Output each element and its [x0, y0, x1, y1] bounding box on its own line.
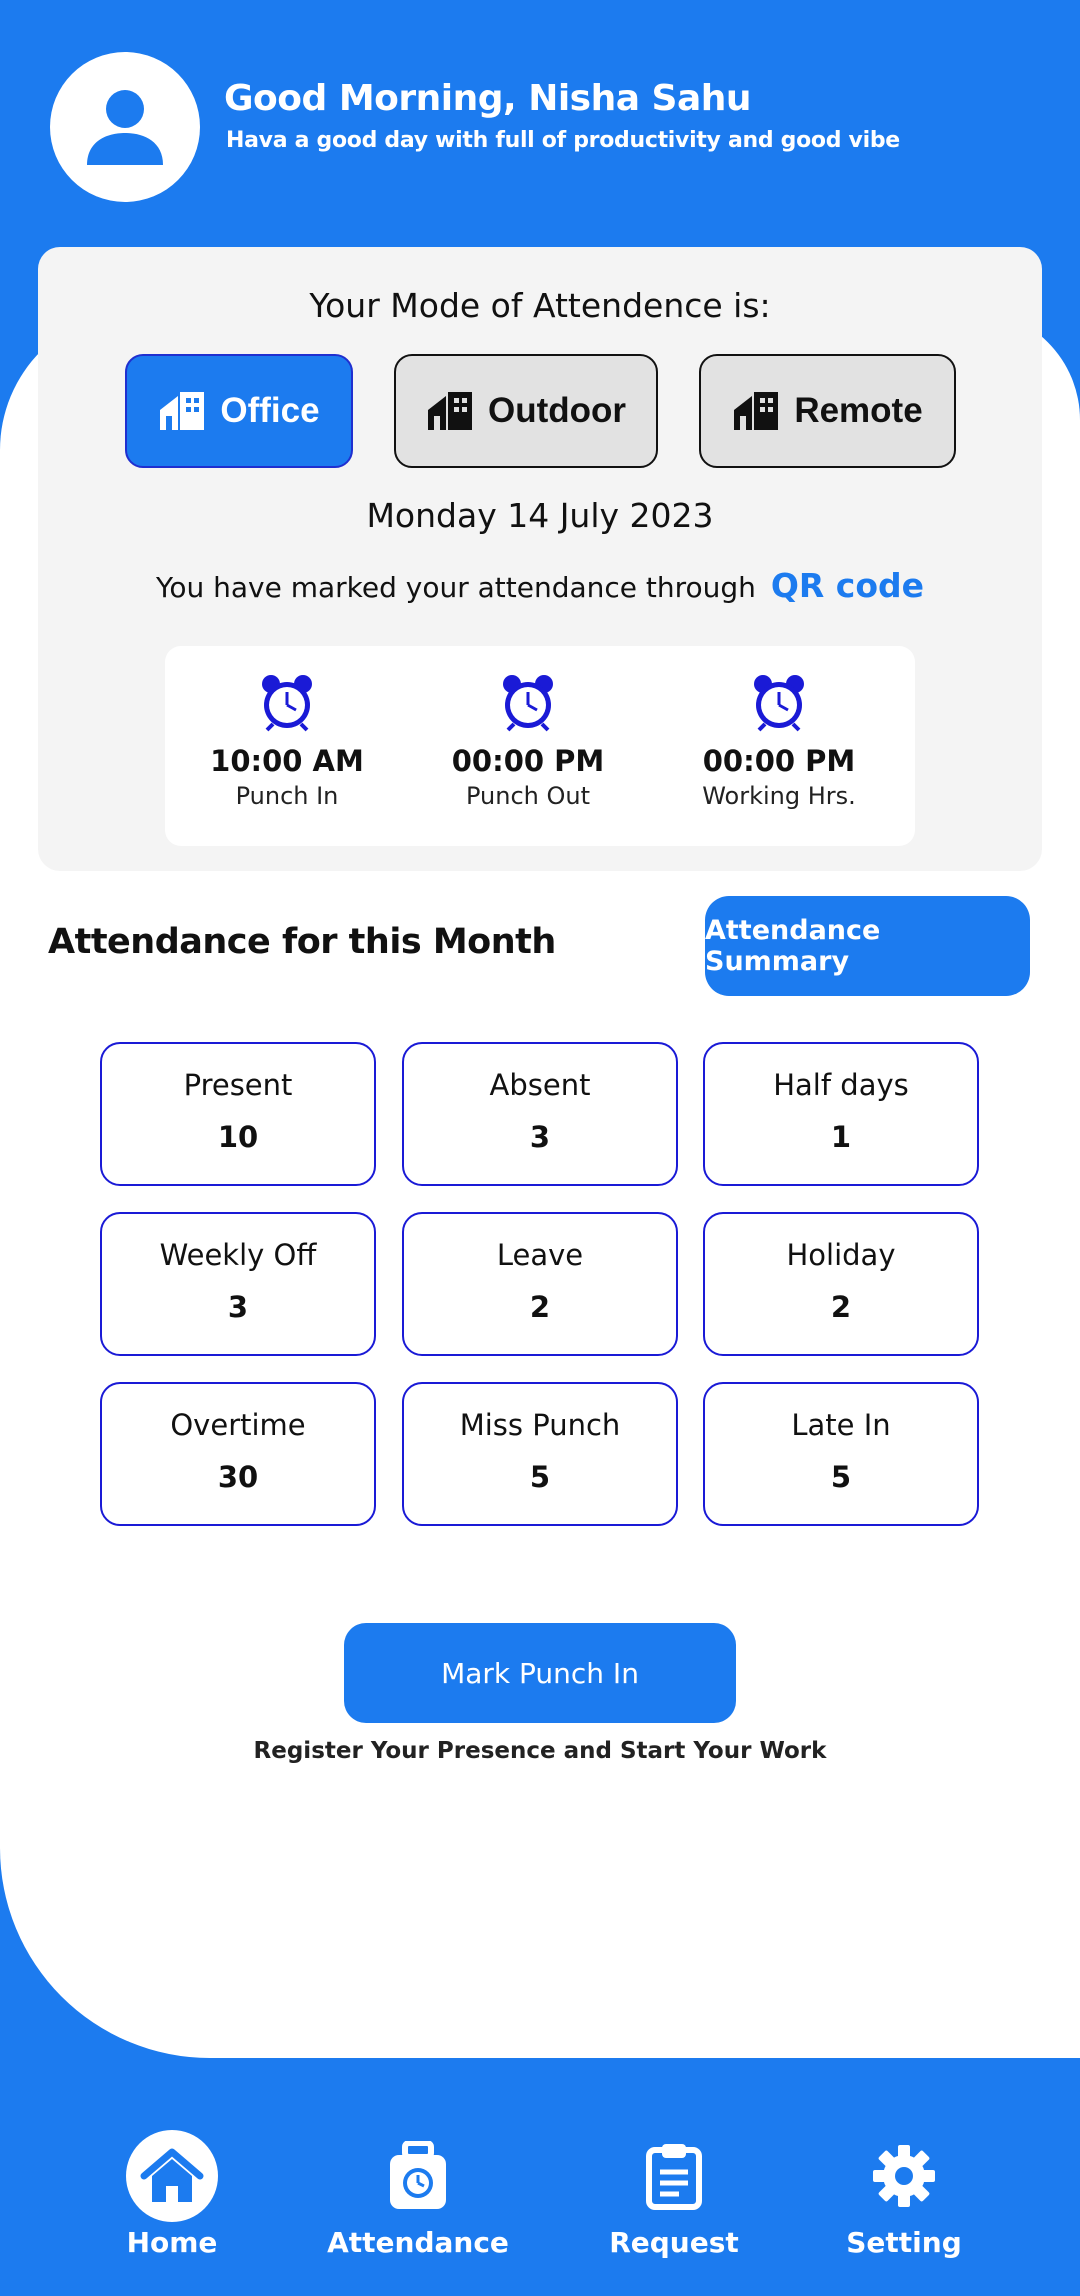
alarm-clock-icon	[262, 675, 312, 732]
nav-setting[interactable]: Setting	[804, 2130, 1004, 2259]
month-section-title: Attendance for this Month	[48, 922, 556, 962]
punch-out-value: 00:00 PM	[451, 744, 605, 778]
stat-card-miss-punch[interactable]: Miss Punch 5	[402, 1382, 678, 1526]
alarm-clock-icon	[754, 675, 804, 732]
mode-remote-label: Remote	[794, 391, 923, 430]
attendance-icon-wrap	[372, 2130, 464, 2222]
stat-label: Present	[183, 1068, 293, 1102]
stat-card-weekly-off[interactable]: Weekly Off 3	[100, 1212, 376, 1356]
punch-in-value: 10:00 AM	[210, 744, 364, 778]
stat-value: 10	[217, 1120, 259, 1154]
mode-title: Your Mode of Attendence is:	[309, 286, 771, 325]
stat-card-absent[interactable]: Absent 3	[402, 1042, 678, 1186]
stat-value: 5	[529, 1460, 551, 1494]
stat-label: Holiday	[786, 1238, 896, 1272]
stat-card-leave[interactable]: Leave 2	[402, 1212, 678, 1356]
stat-card-late-in[interactable]: Late In 5	[703, 1382, 979, 1526]
attendance-method-text: You have marked your attendance through	[155, 571, 756, 604]
stat-label: Late In	[791, 1408, 891, 1442]
request-icon-wrap	[628, 2130, 720, 2222]
nav-request-label: Request	[609, 2226, 739, 2259]
nav-attendance-label: Attendance	[327, 2226, 509, 2259]
alarm-clock-icon	[503, 675, 553, 732]
attendance-summary-button[interactable]: Attendance Summary	[705, 896, 1030, 996]
building-icon	[427, 392, 472, 430]
punch-subtitle: Register Your Presence and Start Your Wo…	[253, 1738, 827, 1764]
stat-card-overtime[interactable]: Overtime 30	[100, 1382, 376, 1526]
building-icon	[734, 392, 779, 430]
stat-label: Weekly Off	[159, 1238, 317, 1272]
home-icon	[140, 2148, 204, 2202]
punch-in-time: 10:00 AM Punch In	[177, 672, 397, 810]
avatar[interactable]	[50, 52, 200, 202]
mode-outdoor-label: Outdoor	[487, 391, 627, 430]
stat-value: 30	[217, 1460, 259, 1494]
attendance-method-link[interactable]: QR code	[771, 566, 924, 605]
building-icon	[160, 392, 205, 430]
nav-request[interactable]: Request	[574, 2130, 774, 2259]
home-icon-wrap	[126, 2130, 218, 2222]
attendance-method-line: You have marked your attendance through …	[0, 566, 1080, 605]
setting-icon-wrap	[858, 2130, 950, 2222]
mode-office-label: Office	[220, 391, 320, 430]
stat-label: Absent	[489, 1068, 591, 1102]
stat-card-holiday[interactable]: Holiday 2	[703, 1212, 979, 1356]
stat-value: 3	[529, 1120, 551, 1154]
stat-value: 5	[830, 1460, 852, 1494]
mark-punch-in-button[interactable]: Mark Punch In	[344, 1623, 736, 1723]
stat-label: Half days	[773, 1068, 909, 1102]
stat-value: 1	[830, 1120, 852, 1154]
punch-in-label: Punch In	[235, 782, 339, 810]
working-hours-label: Working Hrs.	[702, 782, 856, 810]
clipboard-icon	[646, 2144, 702, 2210]
nav-home-label: Home	[126, 2226, 218, 2259]
stat-value: 2	[529, 1290, 551, 1324]
stat-value: 3	[227, 1290, 249, 1324]
stat-label: Miss Punch	[459, 1408, 621, 1442]
punch-out-time: 00:00 PM Punch Out	[418, 672, 638, 810]
stat-card-half-days[interactable]: Half days 1	[703, 1042, 979, 1186]
stat-label: Leave	[496, 1238, 584, 1272]
stat-card-present[interactable]: Present 10	[100, 1042, 376, 1186]
person-icon	[87, 90, 163, 165]
mode-outdoor-button[interactable]: Outdoor	[394, 354, 658, 468]
punch-out-label: Punch Out	[465, 782, 591, 810]
working-hours-time: 00:00 PM Working Hrs.	[669, 672, 889, 810]
stat-label: Overtime	[170, 1408, 306, 1442]
working-hours-value: 00:00 PM	[702, 744, 856, 778]
nav-home[interactable]: Home	[72, 2130, 272, 2259]
nav-setting-label: Setting	[846, 2226, 962, 2259]
attendance-clock-icon	[390, 2141, 446, 2209]
mode-remote-button[interactable]: Remote	[699, 354, 956, 468]
gear-icon	[873, 2145, 935, 2207]
nav-attendance[interactable]: Attendance	[318, 2130, 518, 2259]
greeting-text: Good Morning, Nisha Sahu	[224, 78, 752, 119]
tagline-text: Hava a good day with full of productivit…	[226, 128, 900, 153]
stat-value: 2	[830, 1290, 852, 1324]
mode-office-button[interactable]: Office	[125, 354, 353, 468]
current-date: Monday 14 July 2023	[366, 496, 714, 535]
